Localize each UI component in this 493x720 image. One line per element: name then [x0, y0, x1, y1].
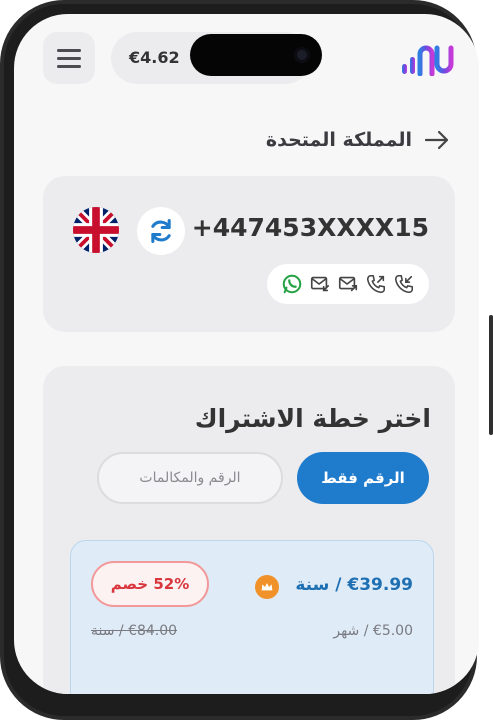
hamburger-menu-icon [57, 56, 81, 60]
discount-badge: 52% خصم [91, 561, 209, 607]
crown-icon [255, 575, 279, 599]
old-price: €84.00 / سنة [91, 623, 178, 639]
country-title: المملكة المتحدة [265, 129, 412, 151]
arrow-right-icon[interactable] [424, 130, 450, 150]
sms-receive-icon [310, 276, 330, 292]
phone-frame: €4.62 المملكة المتحدة +447453XXXX15 اختر… [0, 0, 479, 720]
phone-number: +447453XXXX15 [191, 213, 429, 242]
plan-price: €39.99 / سنة [295, 575, 413, 595]
outgoing-call-icon [366, 274, 386, 294]
monthly-price: €5.00 / شهر [333, 623, 413, 639]
number-card: +447453XXXX15 [43, 176, 455, 332]
plans-card: اختر خطة الاشتراك الرقم فقط الرقم والمكا… [43, 366, 455, 694]
hamburger-menu-icon [57, 64, 81, 68]
phone-mockup: €4.62 المملكة المتحدة +447453XXXX15 اختر… [0, 0, 493, 720]
whatsapp-icon [282, 274, 302, 294]
refresh-icon [151, 218, 171, 244]
dynamic-island [190, 34, 322, 76]
sms-send-icon [338, 276, 358, 292]
uk-flag-icon [73, 207, 119, 253]
incoming-call-icon [394, 274, 414, 294]
capabilities-row [267, 264, 429, 304]
plan-option-yearly[interactable]: €39.99 / سنة 52% خصم €5.00 / شهر €84.00 … [70, 540, 434, 694]
plans-title: اختر خطة الاشتراك [194, 404, 431, 433]
hamburger-menu-icon [57, 48, 81, 52]
app-screen: €4.62 المملكة المتحدة +447453XXXX15 اختر… [14, 14, 479, 694]
app-logo[interactable] [400, 44, 456, 77]
tab-number-only[interactable]: الرقم فقط [297, 452, 429, 504]
phone-side-button [489, 315, 493, 435]
refresh-button[interactable] [137, 207, 185, 255]
balance-amount: €4.62 [129, 48, 180, 67]
country-header: المملكة المتحدة [224, 124, 450, 156]
menu-button[interactable] [43, 32, 95, 84]
tab-number-and-calls[interactable]: الرقم والمكالمات [97, 452, 283, 504]
front-camera [294, 47, 310, 63]
